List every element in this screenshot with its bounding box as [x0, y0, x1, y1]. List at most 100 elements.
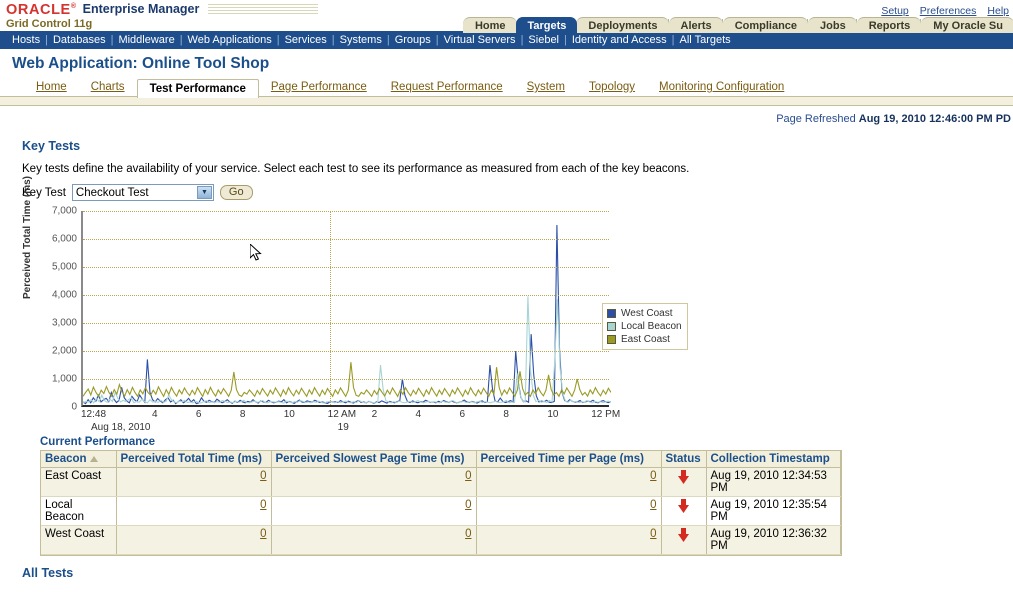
- value-link-time-per-page[interactable]: 0: [650, 499, 656, 511]
- column-header-collection-timestamp[interactable]: Collection Timestamp: [706, 451, 841, 468]
- value-link-total-time[interactable]: 0: [260, 499, 266, 511]
- main-tab-home[interactable]: Home: [462, 17, 517, 33]
- tab-charts[interactable]: Charts: [79, 78, 137, 97]
- x-axis-tick-label: 10: [283, 409, 295, 420]
- subnav-groups[interactable]: Groups: [390, 34, 436, 46]
- tab-test-performance[interactable]: Test Performance: [136, 79, 259, 98]
- column-header-slowest-page-time[interactable]: Perceived Slowest Page Time (ms): [271, 451, 477, 468]
- go-button[interactable]: Go: [219, 185, 253, 200]
- x-axis-tick-label: 4: [151, 409, 158, 420]
- column-header-time-per-page[interactable]: Perceived Time per Page (ms): [476, 451, 662, 468]
- main-tab-reports[interactable]: Reports: [856, 17, 922, 33]
- value-link-time-per-page[interactable]: 0: [650, 528, 656, 540]
- current-performance-table-wrap: Beacon Perceived Total Time (ms) Perceiv…: [40, 450, 842, 556]
- table-row: East Coast 0 0 0 Aug 19, 2010 12:34:53 P…: [41, 467, 841, 497]
- legend-swatch-west-coast: [607, 309, 616, 318]
- x-axis-tick-label: 6: [195, 409, 202, 420]
- subnav-siebel[interactable]: Siebel: [523, 34, 564, 46]
- y-axis-tick-label: 7,000: [51, 205, 77, 217]
- tab-topology[interactable]: Topology: [577, 78, 647, 97]
- sort-ascending-icon[interactable]: [89, 455, 98, 462]
- chart-gridline: [83, 351, 609, 352]
- main-tab-compliance[interactable]: Compliance: [722, 17, 809, 33]
- x-axis-tick-label: 12:48: [81, 409, 107, 420]
- content-tab-bar: Home Charts Test Performance Page Perfor…: [0, 77, 1013, 98]
- cell-collection-timestamp: Aug 19, 2010 12:34:53 PM: [706, 467, 841, 497]
- target-type-navbar: Hosts | Databases | Middleware | Web Applicati…: [0, 31, 1013, 49]
- x-axis-tick-label: 6: [459, 409, 466, 420]
- subnav-virtual-servers[interactable]: Virtual Servers: [439, 34, 521, 46]
- y-axis-tick-label: 0: [71, 401, 77, 413]
- key-tests-heading: Key Tests: [22, 139, 81, 153]
- subnav-databases[interactable]: Databases: [48, 34, 111, 46]
- subnav-services[interactable]: Services: [280, 34, 332, 46]
- subnav-web-applications[interactable]: Web Applications: [183, 34, 277, 46]
- x-axis-tick-label: 12 PM: [591, 409, 621, 420]
- subnav-all-targets[interactable]: All Targets: [675, 34, 736, 46]
- cell-total-time: 0: [116, 525, 272, 555]
- table-row: Local Beacon 0 0 0 Aug 19, 2010 12:35:54…: [41, 496, 841, 526]
- main-tab-alerts[interactable]: Alerts: [668, 17, 723, 33]
- value-link-total-time[interactable]: 0: [260, 470, 266, 482]
- cell-time-per-page: 0: [476, 496, 662, 526]
- status-down-arrow-icon: [678, 470, 689, 484]
- current-performance-table: Beacon Perceived Total Time (ms) Perceiv…: [41, 451, 841, 555]
- x-axis-sub-label: Aug 18, 2010: [91, 422, 151, 433]
- cell-collection-timestamp: Aug 19, 2010 12:35:54 PM: [706, 496, 841, 526]
- legend-item-west-coast[interactable]: West Coast: [607, 307, 682, 320]
- tab-monitoring-configuration[interactable]: Monitoring Configuration: [647, 78, 796, 97]
- subnav-identity-and-access[interactable]: Identity and Access: [567, 34, 672, 46]
- legend-label-local-beacon: Local Beacon: [621, 321, 682, 332]
- chevron-down-icon[interactable]: ▼: [196, 186, 212, 199]
- value-link-time-per-page[interactable]: 0: [650, 470, 656, 482]
- key-test-select[interactable]: Checkout Test ▼: [71, 184, 214, 201]
- column-header-beacon[interactable]: Beacon: [41, 451, 117, 468]
- subnav-systems[interactable]: Systems: [335, 34, 387, 46]
- cell-beacon: East Coast: [41, 467, 117, 497]
- column-header-total-time[interactable]: Perceived Total Time (ms): [116, 451, 272, 468]
- tab-page-performance[interactable]: Page Performance: [259, 78, 379, 97]
- cell-slowest-page-time: 0: [271, 467, 477, 497]
- main-tab-jobs[interactable]: Jobs: [808, 17, 857, 33]
- subnav-hosts[interactable]: Hosts: [7, 34, 45, 46]
- chart-gridline: [83, 211, 609, 212]
- chart-legend: West Coast Local Beacon East Coast: [602, 303, 688, 350]
- y-axis-tick-label: 6,000: [51, 233, 77, 245]
- page-refreshed-timestamp: Aug 19, 2010 12:46:00 PM PD: [858, 113, 1011, 125]
- page-refreshed: Page Refreshed Aug 19, 2010 12:46:00 PM …: [0, 106, 1013, 125]
- subnav-middleware[interactable]: Middleware: [113, 34, 179, 46]
- x-axis-tick-label: 8: [239, 409, 246, 420]
- tab-home[interactable]: Home: [24, 78, 79, 97]
- product-name: Enterprise Manager: [82, 2, 200, 16]
- value-link-total-time[interactable]: 0: [260, 528, 266, 540]
- cell-status: [661, 467, 707, 497]
- value-link-slowest-page-time[interactable]: 0: [465, 470, 471, 482]
- column-header-status[interactable]: Status: [661, 451, 707, 468]
- registered-mark: ®: [70, 3, 77, 11]
- x-axis-tick-label: 4: [415, 409, 422, 420]
- x-axis-sub-label: 19: [337, 422, 349, 433]
- main-tab-deployments[interactable]: Deployments: [576, 17, 669, 33]
- tab-system[interactable]: System: [515, 78, 577, 97]
- legend-item-east-coast[interactable]: East Coast: [607, 333, 682, 346]
- value-link-slowest-page-time[interactable]: 0: [465, 528, 471, 540]
- x-axis-tick-label: 10: [547, 409, 559, 420]
- x-axis-tick-label: 12 AM: [327, 409, 357, 420]
- main-tab-bar: Home Targets Deployments Alerts Complian…: [462, 16, 1013, 33]
- main-tab-my-oracle-support[interactable]: My Oracle Su: [921, 17, 1013, 33]
- cell-collection-timestamp: Aug 19, 2010 12:36:32 PM: [706, 525, 841, 555]
- key-tests-description: Key tests define the availability of you…: [22, 163, 690, 175]
- cell-status: [661, 525, 707, 555]
- chart-y-axis-labels: 0 1,000 2,000 3,000 4,000 5,000 6,000 7,000: [35, 206, 77, 413]
- legend-item-local-beacon[interactable]: Local Beacon: [607, 320, 682, 333]
- status-down-arrow-icon: [678, 499, 689, 513]
- chart-series-lines: [83, 211, 611, 407]
- legend-swatch-local-beacon: [607, 322, 616, 331]
- y-axis-tick-label: 5,000: [51, 261, 77, 273]
- tab-request-performance[interactable]: Request Performance: [379, 78, 515, 97]
- header-stripes-decoration: [208, 4, 319, 16]
- x-axis-tick-label: 2: [371, 409, 378, 420]
- cell-beacon: Local Beacon: [41, 496, 117, 526]
- value-link-slowest-page-time[interactable]: 0: [465, 499, 471, 511]
- main-tab-targets[interactable]: Targets: [515, 17, 578, 33]
